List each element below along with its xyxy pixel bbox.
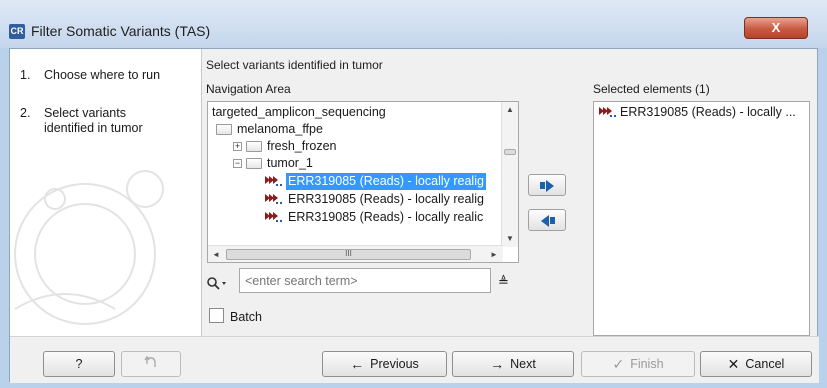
step-number: 1. — [20, 68, 31, 82]
tree-item-fresh-frozen[interactable]: + fresh_frozen — [233, 138, 338, 155]
tree-item-reads-3[interactable]: ERR319085 (Reads) - locally realic — [265, 209, 485, 226]
vertical-scroll-thumb[interactable] — [504, 149, 516, 155]
reads-icon — [265, 193, 283, 206]
help-label: ? — [75, 357, 83, 371]
tree-item-tumor-1[interactable]: − tumor_1 — [233, 155, 315, 172]
next-label: Next — [510, 357, 536, 371]
finish-label: Finish — [630, 357, 664, 371]
search-input[interactable] — [239, 268, 491, 293]
next-button[interactable]: → Next — [452, 351, 574, 377]
collapse-icon[interactable]: − — [233, 159, 242, 168]
search-options-icon[interactable]: ≜ — [498, 274, 509, 290]
tree-item-targeted-amplicon-sequencing[interactable]: targeted_amplicon_sequencing — [210, 104, 388, 121]
selected-elements-label: Selected elements (1) — [593, 82, 710, 96]
step-label: Choose where to run — [44, 68, 161, 82]
tree-item-label: ERR319085 (Reads) - locally realic — [288, 210, 484, 224]
remove-from-selection-button[interactable] — [528, 209, 566, 231]
button-bar: ? ← Previous → Next ✓ Finish ✕ Cancel — [10, 336, 819, 383]
search-icon[interactable] — [207, 277, 229, 294]
arrow-left-icon: ← — [350, 356, 365, 372]
tree-item-reads-2[interactable]: ERR319085 (Reads) - locally realig — [265, 191, 486, 208]
reads-icon — [599, 106, 617, 119]
tree-horizontal-scrollbar[interactable]: ◄ III ► — [208, 245, 503, 262]
reads-icon — [265, 211, 283, 224]
step-number: 2. — [20, 106, 31, 120]
cancel-label: Cancel — [745, 357, 785, 371]
window-title: Filter Somatic Variants (TAS) — [31, 23, 211, 39]
navigation-area-label: Navigation Area — [206, 82, 291, 96]
reset-icon — [144, 355, 158, 374]
previous-label: Previous — [370, 357, 419, 371]
step-choose-where-to-run: 1. Choose where to run — [20, 68, 169, 83]
step-label: Select variants identified in tumor — [44, 106, 143, 135]
checkmark-icon: ✓ — [612, 355, 625, 372]
close-button[interactable]: X — [744, 17, 808, 39]
dialog-content: 1. Choose where to run 2. Select variant… — [9, 48, 819, 383]
selected-element-label: ERR319085 (Reads) - locally ... — [620, 105, 796, 119]
close-icon: ✕ — [727, 355, 740, 372]
app-icon: CR — [9, 24, 25, 39]
selected-elements-list[interactable]: ERR319085 (Reads) - locally ... — [593, 101, 810, 336]
step-caption: Select variants identified in tumor — [206, 58, 383, 72]
tree-vertical-scrollbar[interactable]: ▲ ▼ — [501, 102, 518, 247]
wizard-steps-panel: 1. Choose where to run 2. Select variant… — [10, 49, 202, 336]
horizontal-scroll-thumb[interactable]: III — [226, 249, 471, 260]
reads-icon — [265, 175, 283, 188]
tree-item-label: tumor_1 — [267, 156, 313, 170]
tree-item-reads-1[interactable]: ERR319085 (Reads) - locally realig — [265, 173, 486, 190]
tree-item-label: melanoma_ffpe — [237, 122, 323, 136]
batch-label: Batch — [230, 310, 262, 324]
tree-item-melanoma-ffpe[interactable]: melanoma_ffpe — [216, 121, 325, 138]
title-bar[interactable]: CR Filter Somatic Variants (TAS) X — [0, 0, 827, 48]
expand-icon[interactable]: + — [233, 142, 242, 151]
navigation-tree[interactable]: targeted_amplicon_sequencing melanoma_ff… — [207, 101, 519, 263]
folder-icon — [246, 141, 262, 152]
scroll-right-icon[interactable]: ► — [490, 250, 498, 259]
scroll-down-icon[interactable]: ▼ — [506, 234, 514, 243]
tree-item-label: targeted_amplicon_sequencing — [212, 105, 386, 119]
batch-checkbox[interactable] — [209, 308, 224, 323]
step-select-variants: 2. Select variants identified in tumor — [20, 106, 169, 136]
reset-button[interactable] — [121, 351, 181, 377]
finish-button[interactable]: ✓ Finish — [581, 351, 695, 377]
scroll-left-icon[interactable]: ◄ — [212, 250, 220, 259]
arrow-right-icon: → — [490, 356, 505, 372]
folder-icon — [216, 124, 232, 135]
tree-item-label: ERR319085 (Reads) - locally realig — [286, 173, 486, 190]
scroll-up-icon[interactable]: ▲ — [506, 105, 514, 114]
tree-item-label: ERR319085 (Reads) - locally realig — [288, 192, 484, 206]
help-button[interactable]: ? — [43, 351, 115, 377]
folder-icon — [246, 158, 262, 169]
cancel-button[interactable]: ✕ Cancel — [700, 351, 812, 377]
tree-item-label: fresh_frozen — [267, 139, 337, 153]
decorative-watermark — [14, 170, 164, 325]
selected-element-item[interactable]: ERR319085 (Reads) - locally ... — [599, 105, 796, 119]
add-to-selection-button[interactable] — [528, 174, 566, 196]
previous-button[interactable]: ← Previous — [322, 351, 447, 377]
dialog-window: CR Filter Somatic Variants (TAS) X 1. Ch… — [0, 0, 827, 388]
